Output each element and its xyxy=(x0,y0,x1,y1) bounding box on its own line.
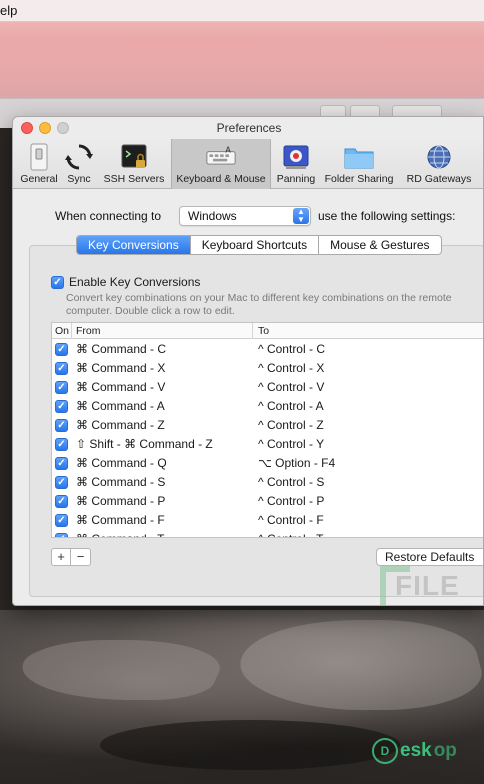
row-to-cell: ^ Control - Z xyxy=(258,418,324,432)
svg-text:A: A xyxy=(225,146,231,155)
row-from-cell: ⌘ Command - V xyxy=(76,380,166,394)
row-to-cell: ^ Control - A xyxy=(258,399,324,413)
desktop-watermark-text: esk xyxy=(400,740,432,761)
tab-bar: Key Conversions Keyboard Shortcuts Mouse… xyxy=(76,235,442,255)
desktop-watermark-suffix: op xyxy=(433,740,457,761)
row-enabled-checkbox[interactable]: ✓ xyxy=(55,400,68,413)
toolbar-item-folder-sharing[interactable]: Folder Sharing xyxy=(321,139,397,189)
column-header-from[interactable]: From xyxy=(76,325,101,337)
row-enabled-checkbox[interactable]: ✓ xyxy=(55,514,68,527)
connect-prefix-label: When connecting to xyxy=(55,209,162,223)
row-enabled-checkbox[interactable]: ✓ xyxy=(55,343,68,356)
table-row[interactable]: ✓ ⌘ Command - T ^ Control - T xyxy=(52,530,483,537)
table-row[interactable]: ✓ ⌘ Command - A ^ Control - A xyxy=(52,397,483,416)
row-to-cell: ^ Control - C xyxy=(258,342,325,356)
toolbar-item-panning[interactable]: Panning xyxy=(275,139,317,189)
os-select-value: Windows xyxy=(188,209,237,223)
globe-icon xyxy=(424,143,454,171)
terminal-lock-icon xyxy=(119,143,149,171)
row-enabled-checkbox[interactable]: ✓ xyxy=(55,533,68,537)
table-row[interactable]: ✓ ⌘ Command - Z ^ Control - Z xyxy=(52,416,483,435)
column-header-to[interactable]: To xyxy=(258,325,269,337)
toolbar-item-keyboard-mouse[interactable]: A Keyboard & Mouse xyxy=(171,139,271,189)
chevron-updown-icon: ▲ ▼ xyxy=(293,208,309,224)
row-from-cell: ⌘ Command - T xyxy=(76,532,164,537)
column-header-on[interactable]: On xyxy=(55,325,69,337)
remove-row-button[interactable]: − xyxy=(71,549,90,565)
row-to-cell: ^ Control - T xyxy=(258,532,323,537)
preferences-toolbar: General Sync SSH Servers A Keyboard & Mo… xyxy=(13,139,483,189)
window-titlebar[interactable]: Preferences xyxy=(13,117,483,139)
tab-key-conversions[interactable]: Key Conversions xyxy=(77,236,191,254)
row-enabled-checkbox[interactable]: ✓ xyxy=(55,476,68,489)
table-header: On From To xyxy=(52,323,483,339)
restore-defaults-button[interactable]: Restore Defaults xyxy=(376,548,483,566)
zoom-button[interactable] xyxy=(57,122,69,134)
add-row-button[interactable]: + xyxy=(52,549,71,565)
row-enabled-checkbox[interactable]: ✓ xyxy=(55,362,68,375)
column-divider xyxy=(252,323,253,339)
preferences-window: Preferences General Sync SSH Servers A K… xyxy=(12,116,484,606)
column-divider xyxy=(71,323,72,339)
table-row[interactable]: ✓ ⌘ Command - V ^ Control - V xyxy=(52,378,483,397)
table-row[interactable]: ✓ ⇧ Shift - ⌘ Command - Z ^ Control - Y xyxy=(52,435,483,454)
row-from-cell: ⌘ Command - F xyxy=(76,513,165,527)
row-enabled-checkbox[interactable]: ✓ xyxy=(55,438,68,451)
row-enabled-checkbox[interactable]: ✓ xyxy=(55,381,68,394)
row-from-cell: ⇧ Shift - ⌘ Command - Z xyxy=(76,437,213,451)
row-from-cell: ⌘ Command - Z xyxy=(76,418,165,432)
keyboard-mouse-icon: A xyxy=(206,143,236,171)
filehorse-watermark: FILE xyxy=(395,570,460,601)
tab-keyboard-shortcuts[interactable]: Keyboard Shortcuts xyxy=(191,236,320,254)
connect-suffix-label: use the following settings: xyxy=(318,209,456,223)
minimize-button[interactable] xyxy=(39,122,51,134)
row-to-cell: ^ Control - Y xyxy=(258,437,325,451)
row-enabled-checkbox[interactable]: ✓ xyxy=(55,495,68,508)
row-from-cell: ⌘ Command - C xyxy=(76,342,167,356)
row-from-cell: ⌘ Command - X xyxy=(76,361,166,375)
close-button[interactable] xyxy=(21,122,33,134)
table-row[interactable]: ✓ ⌘ Command - P ^ Control - P xyxy=(52,492,483,511)
panning-icon xyxy=(281,143,311,171)
key-conversions-table[interactable]: On From To ✓ ⌘ Command - C ^ Control - C ✓ ⌘… xyxy=(51,322,483,538)
row-enabled-checkbox[interactable]: ✓ xyxy=(55,419,68,432)
toolbar-item-rd-gateways[interactable]: RD Gateways xyxy=(403,139,475,189)
folder-icon xyxy=(344,143,374,171)
menu-bar: elp xyxy=(0,0,484,22)
enable-key-conversions-row[interactable]: ✓ Enable Key Conversions xyxy=(51,275,200,289)
row-from-cell: ⌘ Command - Q xyxy=(76,456,167,470)
row-from-cell: ⌘ Command - P xyxy=(76,494,166,508)
toolbar-item-ssh-servers[interactable]: SSH Servers xyxy=(101,139,167,189)
enable-key-conversions-label: Enable Key Conversions xyxy=(69,275,201,289)
add-remove-buttons: + − xyxy=(51,548,91,566)
sync-icon xyxy=(64,143,94,171)
row-to-cell: ^ Control - S xyxy=(258,475,325,489)
menu-help-fragment[interactable]: elp xyxy=(0,3,17,18)
table-row[interactable]: ✓ ⌘ Command - S ^ Control - S xyxy=(52,473,483,492)
enable-description: Convert key combinations on your Mac to … xyxy=(66,292,452,317)
table-row[interactable]: ✓ ⌘ Command - Q ⌥ Option - F4 xyxy=(52,454,483,473)
desktop-watermark: D esk op xyxy=(372,738,457,764)
row-to-cell: ^ Control - X xyxy=(258,361,325,375)
row-from-cell: ⌘ Command - S xyxy=(76,475,166,489)
wallpaper-shadow xyxy=(100,720,400,770)
table-row[interactable]: ✓ ⌘ Command - F ^ Control - F xyxy=(52,511,483,530)
tab-mouse-gestures[interactable]: Mouse & Gestures xyxy=(319,236,440,254)
row-to-cell: ^ Control - V xyxy=(258,380,325,394)
enable-key-conversions-checkbox[interactable]: ✓ xyxy=(51,275,64,289)
table-row[interactable]: ✓ ⌘ Command - C ^ Control - C xyxy=(52,340,483,359)
table-row[interactable]: ✓ ⌘ Command - X ^ Control - X xyxy=(52,359,483,378)
toolbar-item-sync[interactable]: Sync xyxy=(63,139,95,189)
desktop-watermark-logo-icon: D xyxy=(372,738,398,764)
row-enabled-checkbox[interactable]: ✓ xyxy=(55,457,68,470)
os-select[interactable]: Windows ▲ ▼ xyxy=(179,206,311,226)
row-from-cell: ⌘ Command - A xyxy=(76,399,165,413)
row-to-cell: ^ Control - P xyxy=(258,494,325,508)
row-to-cell: ⌥ Option - F4 xyxy=(258,456,336,470)
row-to-cell: ^ Control - F xyxy=(258,513,324,527)
toolbar-item-general[interactable]: General xyxy=(17,139,61,189)
window-title: Preferences xyxy=(216,121,282,135)
general-switch-icon xyxy=(24,143,54,171)
